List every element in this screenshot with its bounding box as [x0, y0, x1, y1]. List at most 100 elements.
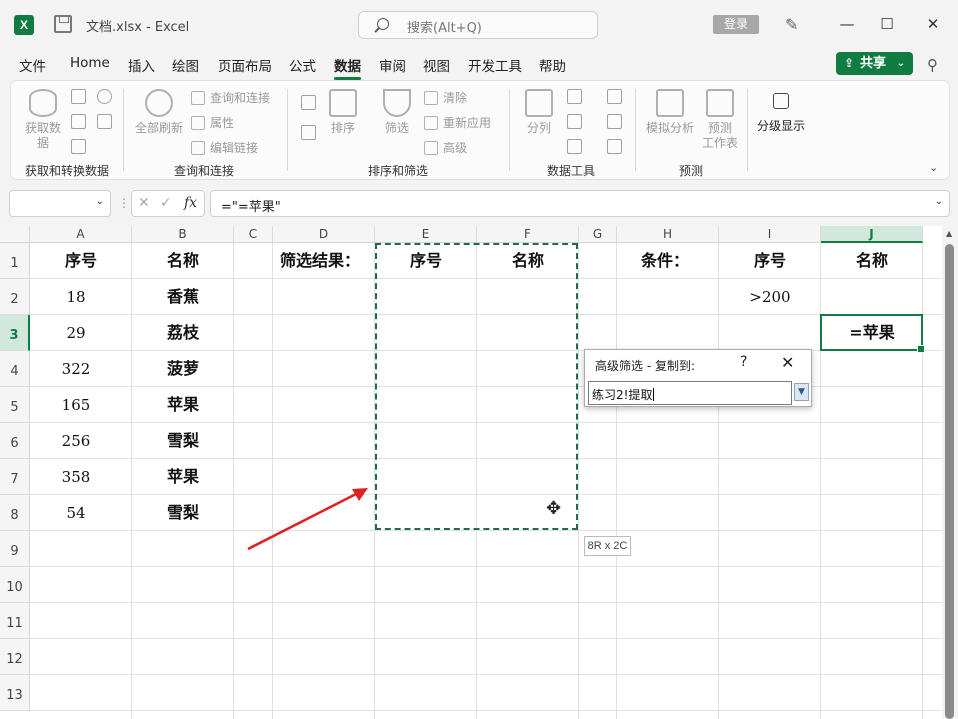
- column-header-a[interactable]: A: [30, 226, 132, 243]
- clear-filter-button[interactable]: 清除: [424, 89, 467, 106]
- scroll-up-icon[interactable]: ▲: [946, 229, 952, 238]
- filter-button[interactable]: 筛选: [379, 89, 415, 136]
- row-header-9[interactable]: 9: [0, 531, 30, 567]
- menu-draw[interactable]: 绘图: [172, 55, 199, 75]
- select-all-corner[interactable]: [0, 226, 30, 243]
- row-header-11[interactable]: 11: [0, 603, 30, 639]
- consolidate-icon[interactable]: [607, 89, 622, 104]
- relationships-icon[interactable]: [607, 114, 622, 129]
- name-box[interactable]: ⌄: [9, 190, 111, 217]
- reapply-button[interactable]: 重新应用: [424, 114, 491, 131]
- column-header-g[interactable]: G: [579, 226, 617, 243]
- recent-sources-icon[interactable]: [97, 89, 112, 104]
- existing-connections-icon[interactable]: [97, 114, 112, 129]
- insert-function-icon[interactable]: fx: [184, 195, 197, 211]
- menu-data[interactable]: 数据: [334, 55, 361, 80]
- column-header-j[interactable]: J: [821, 226, 923, 243]
- cell-a6[interactable]: 256: [30, 423, 122, 459]
- cell-b7[interactable]: 苹果: [132, 459, 234, 495]
- column-header-d[interactable]: D: [273, 226, 375, 243]
- cell-a3[interactable]: 29: [30, 315, 122, 351]
- share-button[interactable]: 共享 ⌄: [836, 52, 913, 75]
- data-validation-icon[interactable]: [567, 139, 582, 154]
- cell-a5[interactable]: 165: [30, 387, 122, 423]
- data-model-icon[interactable]: [607, 139, 622, 154]
- cell-a2[interactable]: 18: [30, 279, 122, 315]
- row-header-8[interactable]: 8: [0, 495, 30, 531]
- sort-button[interactable]: 排序: [325, 89, 361, 136]
- column-header-f[interactable]: F: [477, 226, 579, 243]
- chevron-down-icon[interactable]: ⌄: [96, 196, 104, 207]
- cell-b4[interactable]: 菠萝: [132, 351, 234, 387]
- refresh-all-button[interactable]: 全部刷新: [131, 89, 187, 136]
- cell-j1[interactable]: 名称: [821, 243, 923, 279]
- menu-formulas[interactable]: 公式: [289, 55, 316, 75]
- get-data-button[interactable]: 获取数 据: [23, 89, 63, 151]
- cell-b3[interactable]: 荔枝: [132, 315, 234, 351]
- menu-developer[interactable]: 开发工具: [468, 55, 522, 75]
- formula-input[interactable]: ="=苹果" ⌄: [210, 190, 950, 217]
- dialog-help-button[interactable]: ?: [740, 354, 747, 370]
- cell-i1[interactable]: 序号: [719, 243, 821, 279]
- from-text-icon[interactable]: [71, 89, 86, 104]
- minimize-button[interactable]: —: [832, 12, 862, 36]
- pen-icon[interactable]: ✎: [785, 15, 798, 34]
- expand-formula-icon[interactable]: ⌄: [935, 196, 943, 207]
- from-table-icon[interactable]: [71, 139, 86, 154]
- row-header-3[interactable]: 3: [0, 315, 30, 351]
- row-header-10[interactable]: 10: [0, 567, 30, 603]
- row-header-2[interactable]: 2: [0, 279, 30, 315]
- menu-insert[interactable]: 插入: [128, 55, 155, 75]
- login-button[interactable]: 登录: [713, 15, 759, 34]
- vertical-scrollbar[interactable]: ▲: [942, 226, 958, 719]
- cancel-icon[interactable]: ✕: [138, 195, 150, 211]
- cell-a4[interactable]: 322: [30, 351, 122, 387]
- close-button[interactable]: ✕: [918, 12, 948, 36]
- what-if-analysis-button[interactable]: 模拟分析: [643, 89, 697, 136]
- column-header-e[interactable]: E: [375, 226, 477, 243]
- cell-a1[interactable]: 序号: [30, 243, 132, 279]
- cell-d1[interactable]: 筛选结果：: [234, 243, 375, 279]
- cell-i2[interactable]: >200: [719, 279, 821, 315]
- dialog-close-button[interactable]: ✕: [781, 353, 794, 372]
- collapse-dialog-icon[interactable]: ▼: [794, 383, 809, 401]
- row-header-1[interactable]: 1: [0, 243, 30, 279]
- scrollbar-thumb[interactable]: [945, 244, 954, 719]
- cell-b6[interactable]: 雪梨: [132, 423, 234, 459]
- remove-duplicates-icon[interactable]: [567, 114, 582, 129]
- menu-review[interactable]: 审阅: [379, 55, 406, 75]
- save-icon[interactable]: [54, 15, 72, 33]
- row-header-5[interactable]: 5: [0, 387, 30, 423]
- collapse-ribbon-icon[interactable]: ⌄: [929, 161, 938, 174]
- cell-b8[interactable]: 雪梨: [132, 495, 234, 531]
- row-header-12[interactable]: 12: [0, 639, 30, 675]
- sort-ascending-icon[interactable]: [301, 95, 316, 110]
- forecast-sheet-button[interactable]: 预测 工作表: [699, 89, 741, 151]
- column-header-h[interactable]: H: [617, 226, 719, 243]
- feedback-icon[interactable]: ⚲: [927, 56, 938, 74]
- column-header-i[interactable]: I: [719, 226, 821, 243]
- menu-home[interactable]: Home: [70, 55, 110, 71]
- row-header-7[interactable]: 7: [0, 459, 30, 495]
- worksheet-grid[interactable]: A B C D E F G H I J 1 2 3 4 5 6 7 8 9 10…: [0, 226, 942, 719]
- menu-view[interactable]: 视图: [423, 55, 450, 75]
- menu-page-layout[interactable]: 页面布局: [218, 55, 272, 75]
- menu-file[interactable]: 文件: [19, 55, 46, 75]
- cell-a7[interactable]: 358: [30, 459, 122, 495]
- copy-to-input[interactable]: 练习2!提取: [588, 381, 792, 405]
- cell-a8[interactable]: 54: [30, 495, 122, 531]
- from-web-icon[interactable]: [71, 114, 86, 129]
- row-header-6[interactable]: 6: [0, 423, 30, 459]
- edit-links-button[interactable]: 编辑链接: [191, 139, 258, 156]
- advanced-filter-button[interactable]: 高级: [424, 139, 467, 156]
- row-header-4[interactable]: 4: [0, 351, 30, 387]
- row-header-13[interactable]: 13: [0, 675, 30, 711]
- cell-h1[interactable]: 条件：: [617, 243, 719, 279]
- column-header-c[interactable]: C: [234, 226, 273, 243]
- menu-help[interactable]: 帮助: [539, 55, 566, 75]
- search-box[interactable]: 搜索(Alt+Q): [358, 11, 598, 39]
- properties-button[interactable]: 属性: [191, 114, 234, 131]
- more-options-icon[interactable]: ⋮: [118, 196, 130, 210]
- outline-button[interactable]: 分级显示: [753, 89, 809, 134]
- cell-b2[interactable]: 香蕉: [132, 279, 234, 315]
